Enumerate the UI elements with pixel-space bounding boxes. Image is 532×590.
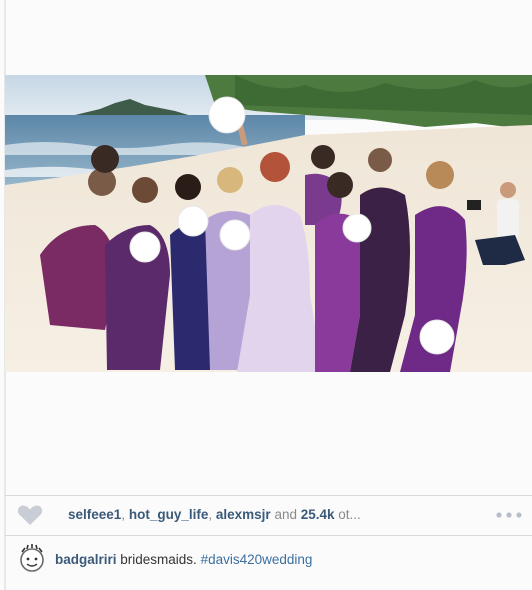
- instagram-post: selfeee1, hot_guy_life, alexmsjr and 25.…: [0, 0, 532, 590]
- likes-summary: selfeee1, hot_guy_life, alexmsjr and 25.…: [68, 507, 361, 522]
- joiner-text: and: [274, 507, 297, 522]
- author-username[interactable]: badgalriri: [55, 552, 117, 567]
- hashtag-link[interactable]: #davis420wedding: [201, 552, 313, 567]
- separator: ,: [121, 507, 126, 522]
- avatar-icon[interactable]: [17, 544, 47, 574]
- heart-icon[interactable]: [17, 504, 43, 526]
- liker-username[interactable]: hot_guy_life: [129, 507, 209, 522]
- post-photo[interactable]: [5, 75, 532, 372]
- liker-username[interactable]: alexmsjr: [216, 507, 271, 522]
- likes-count[interactable]: 25.4k: [301, 507, 335, 522]
- caption: badgalriri bridesmaids. #davis420wedding: [55, 552, 312, 567]
- divider: [5, 535, 532, 536]
- liker-username[interactable]: selfeee1: [68, 507, 121, 522]
- likes-row: selfeee1, hot_guy_life, alexmsjr and 25.…: [5, 496, 532, 534]
- caption-row: badgalriri bridesmaids. #davis420wedding: [5, 540, 532, 580]
- more-options-icon[interactable]: [494, 508, 524, 522]
- caption-body: bridesmaids.: [120, 552, 197, 567]
- separator: ,: [208, 507, 213, 522]
- beach-wedding-photo: [5, 75, 532, 372]
- likes-more-text[interactable]: ot...: [338, 507, 361, 522]
